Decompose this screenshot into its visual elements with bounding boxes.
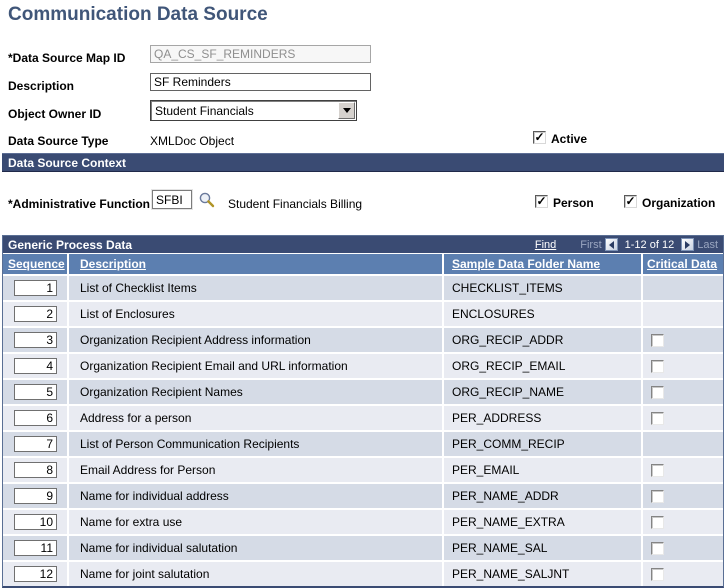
active-checkbox-label: Active xyxy=(551,132,587,146)
generic-process-data-grid: Generic Process Data Find First 1-12 of … xyxy=(2,235,724,588)
row-description: Name for extra use xyxy=(69,510,444,534)
previous-page-icon[interactable] xyxy=(605,238,618,251)
sequence-input[interactable] xyxy=(14,436,57,452)
row-folder-name: PER_NAME_SAL xyxy=(444,536,643,560)
row-description: Email Address for Person xyxy=(69,458,444,482)
row-folder-name: PER_ADDRESS xyxy=(444,406,643,430)
grid-navigation-bar: Generic Process Data Find First 1-12 of … xyxy=(3,236,723,253)
critical-data-checkbox[interactable] xyxy=(651,412,664,425)
data-source-map-id-input xyxy=(150,45,371,63)
critical-data-checkbox[interactable] xyxy=(651,490,664,503)
critical-data-checkbox[interactable] xyxy=(651,360,664,373)
sequence-input[interactable] xyxy=(14,280,57,296)
object-owner-id-select[interactable]: Student Financials xyxy=(150,100,357,121)
active-checkbox[interactable] xyxy=(533,131,546,144)
find-link[interactable]: Find xyxy=(535,239,556,251)
row-description: List of Checklist Items xyxy=(69,276,444,300)
arrow-right-icon xyxy=(685,241,690,249)
next-page-icon[interactable] xyxy=(681,238,694,251)
row-folder-name: PER_COMM_RECIP xyxy=(444,432,643,456)
sequence-input[interactable] xyxy=(14,566,57,582)
row-range-indicator: 1-12 of 12 xyxy=(625,239,675,251)
critical-data-checkbox[interactable] xyxy=(651,542,664,555)
table-row: Organization Recipient Email and URL inf… xyxy=(3,352,723,378)
table-row: Address for a person PER_ADDRESS xyxy=(3,404,723,430)
organization-checkbox-label: Organization xyxy=(642,196,715,210)
row-description: Address for a person xyxy=(69,406,444,430)
row-folder-name: PER_EMAIL xyxy=(444,458,643,482)
object-owner-id-label: Object Owner ID xyxy=(8,107,101,121)
description-label: Description xyxy=(8,79,74,93)
chevron-down-icon xyxy=(343,108,351,113)
sequence-input[interactable] xyxy=(14,410,57,426)
critical-data-checkbox[interactable] xyxy=(651,464,664,477)
data-source-map-id-label: *Data Source Map ID xyxy=(8,51,125,65)
object-owner-id-selected-value: Student Financials xyxy=(151,104,338,118)
row-folder-name: ENCLOSURES xyxy=(444,302,643,326)
person-checkbox[interactable] xyxy=(535,195,548,208)
sequence-input[interactable] xyxy=(14,540,57,556)
row-description: Organization Recipient Email and URL inf… xyxy=(69,354,444,378)
row-description: List of Person Communication Recipients xyxy=(69,432,444,456)
critical-data-checkbox[interactable] xyxy=(651,334,664,347)
lookup-magnifier-icon[interactable] xyxy=(198,191,215,208)
data-source-context-section-header: Data Source Context xyxy=(2,153,724,172)
first-link: First xyxy=(580,239,601,251)
data-source-type-value: XMLDoc Object xyxy=(150,134,234,148)
sequence-input[interactable] xyxy=(14,462,57,478)
organization-checkbox[interactable] xyxy=(624,195,637,208)
person-checkbox-label: Person xyxy=(553,196,594,210)
grid-section-title: Generic Process Data xyxy=(8,238,535,252)
data-source-type-label: Data Source Type xyxy=(8,134,108,148)
table-row: Name for individual address PER_NAME_ADD… xyxy=(3,482,723,508)
sequence-input[interactable] xyxy=(14,384,57,400)
administrative-function-description: Student Financials Billing xyxy=(228,197,362,211)
row-description: Name for individual address xyxy=(69,484,444,508)
table-row: Name for individual salutation PER_NAME_… xyxy=(3,534,723,560)
critical-data-checkbox[interactable] xyxy=(651,568,664,581)
column-header-sample-data-folder-name[interactable]: Sample Data Folder Name xyxy=(444,254,643,274)
table-row: Name for extra use PER_NAME_EXTRA xyxy=(3,508,723,534)
row-folder-name: ORG_RECIP_ADDR xyxy=(444,328,643,352)
page-title: Communication Data Source xyxy=(8,4,268,26)
sequence-input[interactable] xyxy=(14,306,57,322)
table-row: Organization Recipient Address informati… xyxy=(3,326,723,352)
sequence-input[interactable] xyxy=(14,332,57,348)
row-description: Name for joint salutation xyxy=(69,562,444,586)
administrative-function-label: *Administrative Function xyxy=(8,197,150,211)
row-folder-name: PER_NAME_ADDR xyxy=(444,484,643,508)
table-row: List of Checklist Items CHECKLIST_ITEMS xyxy=(3,274,723,300)
column-header-description[interactable]: Description xyxy=(69,254,444,274)
table-row: List of Person Communication Recipients … xyxy=(3,430,723,456)
row-description: Name for individual salutation xyxy=(69,536,444,560)
description-input[interactable] xyxy=(150,73,371,91)
row-description: Organization Recipient Address informati… xyxy=(69,328,444,352)
row-folder-name: CHECKLIST_ITEMS xyxy=(444,276,643,300)
row-folder-name: ORG_RECIP_EMAIL xyxy=(444,354,643,378)
sequence-input[interactable] xyxy=(14,514,57,530)
arrow-left-icon xyxy=(609,241,614,249)
grid-rows: List of Checklist Items CHECKLIST_ITEMS … xyxy=(3,274,723,586)
row-folder-name: ORG_RECIP_NAME xyxy=(444,380,643,404)
table-row: Organization Recipient Names ORG_RECIP_N… xyxy=(3,378,723,404)
dropdown-arrow-button[interactable] xyxy=(338,102,355,119)
grid-column-header-row: Sequence Description Sample Data Folder … xyxy=(3,253,723,274)
table-row: Email Address for Person PER_EMAIL xyxy=(3,456,723,482)
row-folder-name: PER_NAME_EXTRA xyxy=(444,510,643,534)
column-header-sequence[interactable]: Sequence xyxy=(3,254,69,274)
row-description: List of Enclosures xyxy=(69,302,444,326)
sequence-input[interactable] xyxy=(14,488,57,504)
row-description: Organization Recipient Names xyxy=(69,380,444,404)
sequence-input[interactable] xyxy=(14,358,57,374)
administrative-function-input[interactable] xyxy=(152,190,192,209)
critical-data-checkbox[interactable] xyxy=(651,386,664,399)
critical-data-checkbox[interactable] xyxy=(651,516,664,529)
table-row: List of Enclosures ENCLOSURES xyxy=(3,300,723,326)
table-row: Name for joint salutation PER_NAME_SALJN… xyxy=(3,560,723,586)
column-header-critical-data[interactable]: Critical Data xyxy=(643,254,723,274)
last-link: Last xyxy=(697,239,718,251)
row-folder-name: PER_NAME_SALJNT xyxy=(444,562,643,586)
